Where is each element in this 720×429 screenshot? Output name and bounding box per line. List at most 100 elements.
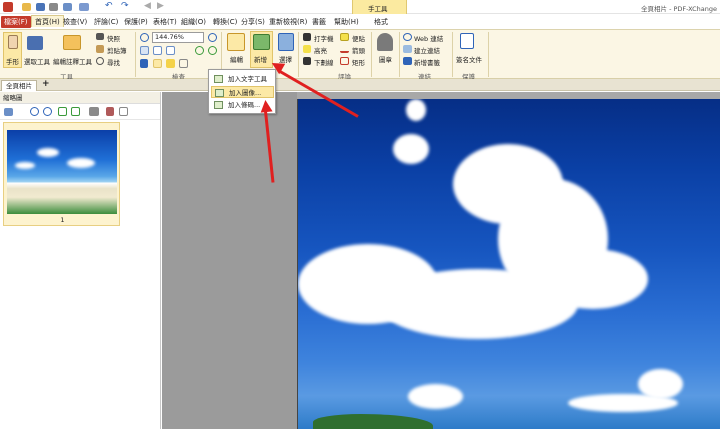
annotation-arrow-head (259, 99, 273, 113)
context-tab-format[interactable]: 格式 (371, 16, 391, 28)
web-link-icon (403, 33, 412, 41)
new-tab-button[interactable]: + (42, 79, 50, 89)
menu-organize[interactable]: 組織(O) (178, 16, 209, 28)
zoom-out-icon[interactable] (140, 33, 149, 42)
zoom-in-icon[interactable] (30, 107, 39, 116)
stamp-button[interactable]: 圖章 (379, 54, 392, 64)
zoom-out-icon[interactable] (43, 107, 52, 116)
scan-icon[interactable] (79, 3, 89, 11)
save-icon[interactable] (36, 3, 45, 11)
rectangle-icon (340, 57, 349, 65)
actual-size-icon[interactable] (140, 46, 149, 55)
menu-view[interactable]: 檢查(V) (60, 16, 90, 28)
attachment-icon[interactable] (179, 59, 188, 68)
app-icon (3, 2, 13, 12)
edit-object-icon (227, 33, 245, 51)
photo-cloud (408, 384, 463, 409)
sticky-note-button[interactable]: 便貼 (352, 33, 365, 43)
page-thumbnail-image (7, 130, 117, 214)
snapshot-button[interactable]: 快照 (107, 33, 120, 43)
menu-bookmarks[interactable]: 書籤 (309, 16, 329, 28)
email-icon[interactable] (63, 3, 72, 11)
underline-button[interactable]: 下劃線 (314, 57, 334, 67)
sign-document-button[interactable]: 簽名文件 (456, 54, 482, 64)
photo-cloud (568, 394, 678, 412)
document-tab[interactable]: 全頁相片 (1, 80, 37, 91)
page-thumbnail[interactable]: 1 (3, 122, 120, 226)
typewriter-icon (303, 33, 311, 41)
fit-width-icon[interactable] (166, 46, 175, 55)
image-icon (215, 89, 224, 97)
page-view-icon[interactable] (153, 59, 162, 68)
delete-icon[interactable] (106, 107, 114, 116)
rotate-left-icon[interactable] (58, 107, 67, 116)
insert-page-icon[interactable] (119, 107, 128, 116)
thumbnails-toolbar (0, 104, 160, 120)
menu-form[interactable]: 表格(T) (150, 16, 180, 28)
rectangle-button[interactable]: 矩形 (352, 57, 365, 67)
add-image-item[interactable]: 加入圖像... (211, 86, 274, 98)
bookmark-icon[interactable] (140, 59, 148, 68)
photo-cloud (538, 249, 648, 309)
menu-review[interactable]: 重新檢視(R) (266, 16, 310, 28)
separator (298, 32, 299, 77)
sign-document-icon (460, 33, 474, 49)
window-title: 全頁相片 - PDF-XChange (641, 5, 718, 13)
menu-help[interactable]: 幫助(H) (331, 16, 362, 28)
photo-cloud (406, 99, 426, 121)
document-canvas[interactable] (162, 92, 720, 429)
menu-bar: 檔案(F) 首頁(H) 檢查(V) 評論(C) 保護(P) 表格(T) 組織(O… (0, 14, 720, 29)
barcode-icon (214, 101, 223, 109)
photo-treeline (313, 414, 433, 429)
context-tab-group-label: 手工具 (368, 5, 388, 13)
zoom-in-icon[interactable] (208, 33, 217, 42)
thumbnail-cloud (67, 158, 95, 168)
hand-icon (8, 35, 18, 49)
print-icon[interactable] (49, 3, 58, 11)
edit-annotation-label[interactable]: 編輯註釋工具 (53, 56, 92, 66)
new-bookmark-button[interactable]: 新增書籤 (414, 57, 440, 67)
back-icon[interactable]: ◀ (144, 1, 151, 11)
thumbnail-cloud (37, 148, 59, 157)
add-text-tool-label: 加入文字工具 (228, 75, 267, 83)
page-margin (162, 92, 297, 429)
edit-button[interactable]: 編輯 (230, 54, 243, 64)
add-button-label: 新增 (254, 56, 267, 64)
add-text-tool-item[interactable]: 加入文字工具 (211, 73, 274, 85)
arrow-icon (340, 45, 349, 53)
menu-comment[interactable]: 評論(C) (91, 16, 121, 28)
find-button[interactable]: 尋找 (107, 57, 120, 67)
forward-icon[interactable]: ▶ (157, 1, 164, 11)
print-icon[interactable] (89, 107, 99, 116)
create-link-button[interactable]: 建立連結 (414, 45, 440, 55)
text-tool-icon (214, 75, 223, 83)
menu-protect[interactable]: 保護(P) (121, 16, 151, 28)
clipboard-button[interactable]: 剪貼簿 (107, 45, 127, 55)
arrow-button[interactable]: 箭頭 (352, 45, 365, 55)
redo-icon[interactable]: ↷ (121, 1, 129, 11)
fit-page-icon[interactable] (153, 46, 162, 55)
comment-icon[interactable] (166, 59, 175, 68)
highlight-icon (303, 45, 311, 53)
web-link-button[interactable]: Web 連結 (414, 33, 443, 43)
menu-file[interactable]: 檔案(F) (1, 16, 31, 28)
link-icon (403, 45, 412, 53)
rotate-icon[interactable] (195, 46, 204, 55)
options-icon[interactable] (4, 108, 13, 116)
edit-annotation-icon (63, 35, 81, 50)
select-text-label[interactable]: 選取工具 (24, 56, 50, 66)
menu-share[interactable]: 分享(S) (238, 16, 268, 28)
menu-home[interactable]: 首頁(H) (31, 15, 64, 27)
folder-icon[interactable] (22, 3, 31, 11)
separator (399, 32, 400, 77)
rotate-right-icon[interactable] (71, 107, 80, 116)
typewriter-button[interactable]: 打字機 (314, 33, 334, 43)
separator (135, 32, 136, 77)
menu-convert[interactable]: 轉換(C) (210, 16, 240, 28)
undo-icon[interactable]: ↶ (105, 1, 113, 11)
sticky-note-icon (340, 33, 349, 41)
rotate-right-icon[interactable] (208, 46, 217, 55)
add-image-label: 加入圖像... (229, 89, 262, 97)
separator (452, 32, 453, 77)
highlight-button[interactable]: 高亮 (314, 45, 327, 55)
